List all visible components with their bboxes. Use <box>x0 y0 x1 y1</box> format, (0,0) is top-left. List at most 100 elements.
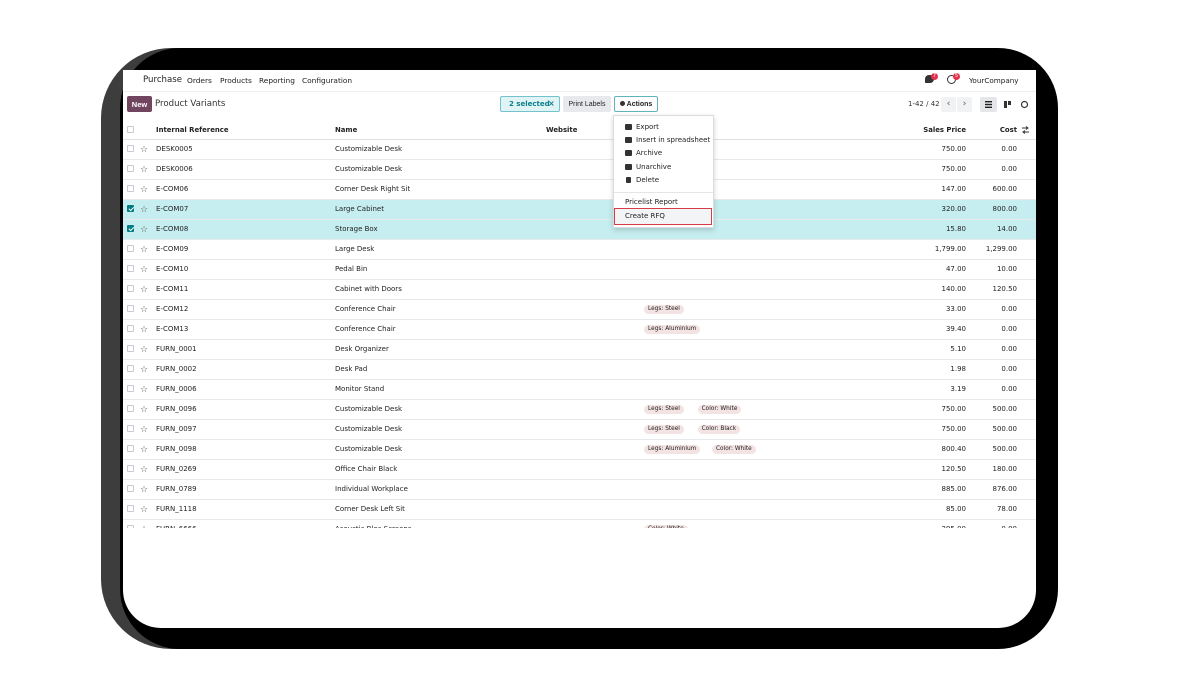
favorite-star-icon[interactable]: ☆ <box>140 165 148 175</box>
row-checkbox[interactable] <box>127 365 134 372</box>
list-view-button[interactable] <box>980 97 997 112</box>
row-checkbox[interactable] <box>127 145 134 152</box>
row-checkbox[interactable] <box>127 525 134 528</box>
table-row[interactable]: ☆ E-COM09 Large Desk 1,799.00 1,299.00 <box>123 240 1036 260</box>
table-row[interactable]: ☆ FURN_0789 Individual Workplace 885.00 876.… <box>123 480 1036 500</box>
menu-reporting[interactable]: Reporting <box>259 76 295 85</box>
table-row[interactable]: ☆ E-COM13 Conference Chair Legs: Aluminium 3… <box>123 320 1036 340</box>
column-cost[interactable]: Cost <box>969 126 1017 134</box>
favorite-star-icon[interactable]: ☆ <box>140 445 148 455</box>
table-row[interactable]: ☆ FURN_6666 Acoustic Bloc Screens Color: Wh… <box>123 520 1036 528</box>
table-row[interactable]: ☆ E-COM06 Corner Desk Right Sit 147.00 600.0… <box>123 180 1036 200</box>
favorite-star-icon[interactable]: ☆ <box>140 505 148 515</box>
action-create-rfq[interactable]: Create RFQ <box>614 208 712 225</box>
attribute-tag: Legs: Aluminium <box>644 325 701 334</box>
new-button[interactable]: New <box>127 96 152 112</box>
archive-icon <box>625 150 632 156</box>
company-switcher[interactable]: YourCompany <box>969 76 1019 85</box>
action-archive[interactable]: Archive <box>614 147 713 160</box>
table-row[interactable]: ☆ FURN_0096 Customizable Desk Legs: Steel Co… <box>123 400 1036 420</box>
table-row[interactable]: ☆ FURN_0098 Customizable Desk Legs: Alumini… <box>123 440 1036 460</box>
pager-value[interactable]: 1-42 / 42 <box>908 100 940 108</box>
favorite-star-icon[interactable]: ☆ <box>140 325 148 335</box>
pager-previous-button[interactable]: ‹ <box>941 97 956 112</box>
table-row[interactable]: ☆ FURN_0001 Desk Organizer 5.10 0.00 <box>123 340 1036 360</box>
table-row[interactable]: ☆ FURN_0006 Monitor Stand 3.19 0.00 <box>123 380 1036 400</box>
column-website[interactable]: Website <box>546 126 577 134</box>
table-row[interactable]: ☆DESK0005Customizable DeskWhite750.000.0… <box>123 140 1036 160</box>
favorite-star-icon[interactable]: ☆ <box>140 365 148 375</box>
favorite-star-icon[interactable]: ☆ <box>140 385 148 395</box>
table-row[interactable]: ☆ FURN_1118 Corner Desk Left Sit 85.00 78.00 <box>123 500 1036 520</box>
cell-sales-price: 750.00 <box>941 145 967 153</box>
table-row[interactable]: ☆DESK0006Customizable DeskBlack750.000.0… <box>123 160 1036 180</box>
favorite-star-icon[interactable]: ☆ <box>140 225 148 235</box>
row-checkbox[interactable] <box>127 285 134 292</box>
table-row[interactable]: ☆ E-COM12 Conference Chair Legs: Steel 33.00… <box>123 300 1036 320</box>
row-checkbox[interactable] <box>127 385 134 392</box>
table-row[interactable]: ☆ FURN_0269 Office Chair Black 120.50 180.00 <box>123 460 1036 480</box>
row-checkbox[interactable] <box>127 345 134 352</box>
cell-internal-reference: FURN_0097 <box>156 425 197 433</box>
favorite-star-icon[interactable]: ☆ <box>140 285 148 295</box>
cell-sales-price: 3.19 <box>950 385 966 393</box>
menu-configuration[interactable]: Configuration <box>302 76 352 85</box>
activity-view-button[interactable] <box>1016 97 1033 112</box>
row-checkbox[interactable] <box>127 325 134 332</box>
row-checkbox[interactable] <box>127 165 134 172</box>
row-checkbox[interactable] <box>127 445 134 452</box>
table-row[interactable]: ☆ E-COM11 Cabinet with Doors 140.00 120.50 <box>123 280 1036 300</box>
clear-selection-icon[interactable]: × <box>548 99 555 108</box>
favorite-star-icon[interactable]: ☆ <box>140 465 148 475</box>
action-delete[interactable]: Delete <box>614 174 713 187</box>
favorite-star-icon[interactable]: ☆ <box>140 345 148 355</box>
row-checkbox[interactable] <box>127 485 134 492</box>
column-internal-reference[interactable]: Internal Reference <box>156 126 229 134</box>
table-row[interactable]: ☆ E-COM07 Large Cabinet 320.00 800.00 <box>123 200 1036 220</box>
favorite-star-icon[interactable]: ☆ <box>140 145 148 155</box>
favorite-star-icon[interactable]: ☆ <box>140 205 148 215</box>
row-checkbox[interactable] <box>127 425 134 432</box>
cell-name: Office Chair Black <box>335 465 398 473</box>
row-checkbox[interactable] <box>127 205 134 212</box>
table-row[interactable]: ☆ E-COM08 Storage Box 15.80 14.00 <box>123 220 1036 240</box>
action-export[interactable]: Export <box>614 121 713 134</box>
favorite-star-icon[interactable]: ☆ <box>140 185 148 195</box>
menu-products[interactable]: Products <box>220 76 252 85</box>
kanban-view-button[interactable] <box>999 97 1016 112</box>
row-checkbox[interactable] <box>127 505 134 512</box>
list-header: Internal Reference Name Website Sales Pr… <box>123 121 1036 140</box>
page-title: Product Variants <box>155 99 226 109</box>
favorite-star-icon[interactable]: ☆ <box>140 405 148 415</box>
row-checkbox[interactable] <box>127 305 134 312</box>
row-checkbox[interactable] <box>127 225 134 232</box>
favorite-star-icon[interactable]: ☆ <box>140 305 148 315</box>
table-row[interactable]: ☆ FURN_0097 Customizable Desk Legs: Steel Co… <box>123 420 1036 440</box>
optional-columns-icon[interactable] <box>1021 126 1030 134</box>
select-all-checkbox[interactable] <box>127 126 134 133</box>
menu-orders[interactable]: Orders <box>187 76 212 85</box>
column-name[interactable]: Name <box>335 126 357 134</box>
app-name[interactable]: Purchase <box>143 75 182 85</box>
row-checkbox[interactable] <box>127 265 134 272</box>
action-insert-spreadsheet[interactable]: Insert in spreadsheet <box>614 134 713 147</box>
cell-sales-price: 120.50 <box>941 465 967 473</box>
row-checkbox[interactable] <box>127 465 134 472</box>
row-checkbox[interactable] <box>127 245 134 252</box>
favorite-star-icon[interactable]: ☆ <box>140 265 148 275</box>
favorite-star-icon[interactable]: ☆ <box>140 525 148 528</box>
actions-button[interactable]: Actions <box>614 96 658 112</box>
column-sales-price[interactable]: Sales Price <box>913 126 966 134</box>
row-checkbox[interactable] <box>127 405 134 412</box>
control-panel: New Product Variants 2 selected × Print … <box>123 92 1036 120</box>
table-row[interactable]: ☆ FURN_0002 Desk Pad 1.98 0.00 <box>123 360 1036 380</box>
table-row[interactable]: ☆ E-COM10 Pedal Bin 47.00 10.00 <box>123 260 1036 280</box>
favorite-star-icon[interactable]: ☆ <box>140 425 148 435</box>
action-unarchive[interactable]: Unarchive <box>614 161 713 174</box>
favorite-star-icon[interactable]: ☆ <box>140 245 148 255</box>
print-labels-button[interactable]: Print Labels <box>563 96 611 112</box>
favorite-star-icon[interactable]: ☆ <box>140 485 148 495</box>
pager-next-button[interactable]: › <box>957 97 972 112</box>
cell-internal-reference: E-COM09 <box>156 245 189 253</box>
row-checkbox[interactable] <box>127 185 134 192</box>
